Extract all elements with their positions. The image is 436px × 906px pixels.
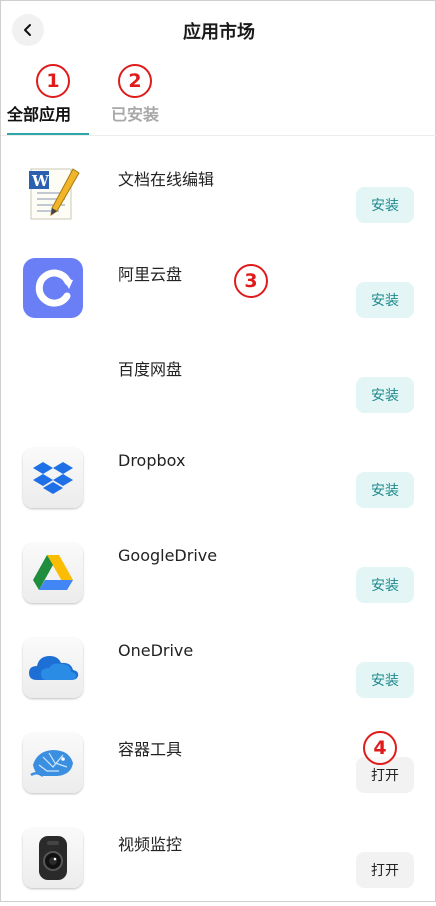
tab-installed[interactable]: 已安装 — [111, 101, 159, 125]
app-name: 容器工具 — [118, 740, 183, 759]
annotation-marker-2: 2 — [118, 64, 152, 98]
svg-text:W: W — [31, 172, 50, 190]
app-row-onedrive[interactable]: OneDrive 安装 — [1, 622, 436, 716]
aliyun-drive-icon — [23, 258, 83, 318]
app-name: Dropbox — [118, 451, 186, 470]
install-button[interactable]: 安装 — [356, 472, 414, 508]
install-button[interactable]: 安装 — [356, 377, 414, 413]
install-button[interactable]: 安装 — [356, 662, 414, 698]
baidu-netdisk-icon — [23, 353, 83, 413]
app-row-container-tool[interactable]: 容器工具 打开 — [1, 717, 436, 811]
open-button[interactable]: 打开 — [356, 852, 414, 888]
annotation-marker-4: 4 — [363, 731, 397, 765]
app-row-aliyun-drive[interactable]: 阿里云盘 安装 — [1, 242, 436, 336]
app-name: 文档在线编辑 — [118, 170, 215, 189]
app-name: GoogleDrive — [118, 546, 218, 565]
install-button[interactable]: 安装 — [356, 187, 414, 223]
container-tool-icon — [23, 733, 83, 793]
app-name: 百度网盘 — [118, 360, 183, 379]
onedrive-cloud-icon — [23, 638, 83, 698]
app-row-video-surveillance[interactable]: 视频监控 打开 — [1, 812, 436, 906]
app-row-google-drive[interactable]: GoogleDrive 安装 — [1, 527, 436, 621]
google-drive-icon — [23, 543, 83, 603]
install-button[interactable]: 安装 — [356, 282, 414, 318]
tab-divider — [1, 135, 436, 136]
camera-icon — [23, 828, 83, 888]
app-row-doc-editor[interactable]: W 文档在线编辑 安装 — [1, 147, 436, 241]
app-row-dropbox[interactable]: Dropbox 安装 — [1, 432, 436, 526]
annotation-marker-1: 1 — [36, 64, 70, 98]
app-name: 视频监控 — [118, 835, 183, 854]
word-document-icon: W — [23, 163, 83, 223]
header-bar: 应用市场 — [1, 1, 436, 63]
app-name: OneDrive — [118, 641, 194, 660]
page-title: 应用市场 — [183, 22, 255, 43]
tab-all-apps[interactable]: 全部应用 — [7, 101, 71, 125]
dropbox-icon — [23, 448, 83, 508]
install-button[interactable]: 安装 — [356, 567, 414, 603]
annotation-marker-3: 3 — [234, 264, 268, 298]
app-row-baidu-netdisk[interactable]: 百度网盘 安装 — [1, 337, 436, 431]
app-name: 阿里云盘 — [118, 265, 183, 284]
